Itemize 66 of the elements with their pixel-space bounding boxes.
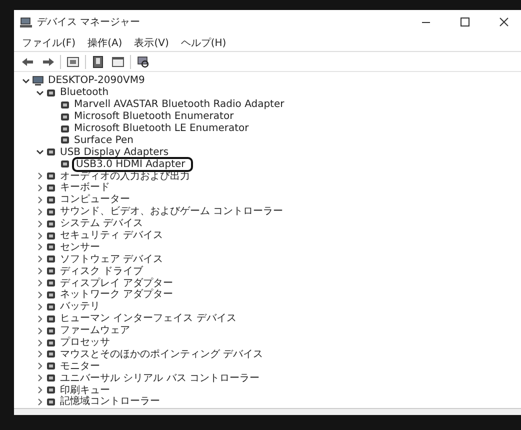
menu-item[interactable]: 表示(V) (134, 36, 169, 50)
device-icon (46, 326, 56, 336)
tree-item[interactable]: オーディオの入力および出力 (60, 170, 190, 182)
tree-item[interactable]: ファームウェア (60, 325, 130, 336)
tree-item[interactable]: ディスク ドライブ (60, 266, 144, 277)
tree-item[interactable]: バッテリ (60, 301, 100, 312)
device-icon (60, 135, 70, 146)
device-icon (46, 314, 56, 324)
window-title: デバイス マネージャー (37, 16, 140, 29)
device-icon (60, 159, 70, 170)
highlighted-tree-item[interactable]: USB3.0 HDMI Adapter (74, 158, 192, 170)
maximize-icon (460, 17, 470, 27)
device-icon (46, 230, 56, 241)
tree-item[interactable]: Microsoft Bluetooth LE Enumerator (74, 123, 249, 134)
tree-item[interactable]: キーボード (60, 182, 110, 194)
tree-item[interactable]: USB Display Adapters (60, 146, 169, 158)
tree-item[interactable]: ユニバーサル シリアル バス コントローラー (60, 372, 260, 384)
tree-item[interactable]: 記憶域コントローラー (60, 396, 160, 408)
tree-item[interactable]: システム デバイス (60, 218, 144, 230)
app-icon (20, 16, 32, 28)
tree-item[interactable]: Surface Pen (74, 134, 134, 146)
menu-item[interactable]: ファイル(F) (22, 36, 76, 50)
tree-item[interactable]: サウンド、ビデオ、およびゲーム コントローラー (60, 206, 284, 218)
device-icon (46, 218, 56, 229)
device-icon (46, 194, 56, 205)
tree-item[interactable]: Microsoft Bluetooth Enumerator (74, 111, 234, 122)
tree-item[interactable]: モニター (60, 360, 100, 372)
device-icon (60, 100, 70, 110)
tree-item[interactable]: マウスとそのほかのポインティング デバイス (60, 348, 264, 360)
device-icon (46, 171, 56, 182)
device-icon (46, 242, 56, 252)
device-icon (46, 266, 56, 276)
tree-item[interactable]: ネットワーク アダプター (60, 289, 174, 300)
device-icon (46, 349, 56, 360)
device-icon (46, 254, 56, 264)
device-icon (60, 124, 70, 134)
device-icon (46, 361, 56, 372)
tree-item[interactable]: 印刷キュー (60, 384, 110, 396)
device-icon (46, 302, 56, 312)
device-icon (46, 396, 56, 407)
tree-item[interactable]: ソフトウェア デバイス (60, 254, 164, 265)
tree-item[interactable]: セキュリティ デバイス (60, 230, 164, 242)
device-icon (46, 290, 56, 300)
device-icon (46, 182, 56, 193)
tree-item[interactable]: プロセッサ (60, 337, 110, 348)
menu-item[interactable]: 操作(A) (88, 36, 122, 50)
tree-item[interactable]: ディスプレイ アダプター (60, 278, 174, 289)
device-icon (60, 112, 70, 122)
device-icon (46, 338, 56, 348)
device-icon (46, 206, 56, 217)
tree-item[interactable]: コンピューター (60, 194, 130, 206)
device-icon (46, 278, 56, 288)
tree-item[interactable]: Bluetooth (60, 87, 109, 98)
device-icon (46, 373, 56, 384)
device-icon (46, 147, 56, 158)
help-button[interactable] (90, 54, 106, 70)
menu-item[interactable]: ヘルプ(H) (180, 36, 226, 50)
tree-item[interactable]: Marvell AVASTAR Bluetooth Radio Adapter (74, 99, 284, 110)
tree-item[interactable]: ヒューマン インターフェイス デバイス (60, 313, 236, 324)
device-icon (46, 88, 56, 98)
tree-item[interactable]: DESKTOP-2090VM9 (48, 75, 145, 86)
scan-hardware-button[interactable] (135, 54, 151, 70)
close-icon (499, 17, 509, 27)
device-icon (46, 385, 56, 396)
tree-item[interactable]: センサー (60, 242, 100, 253)
computer-icon (32, 76, 44, 86)
